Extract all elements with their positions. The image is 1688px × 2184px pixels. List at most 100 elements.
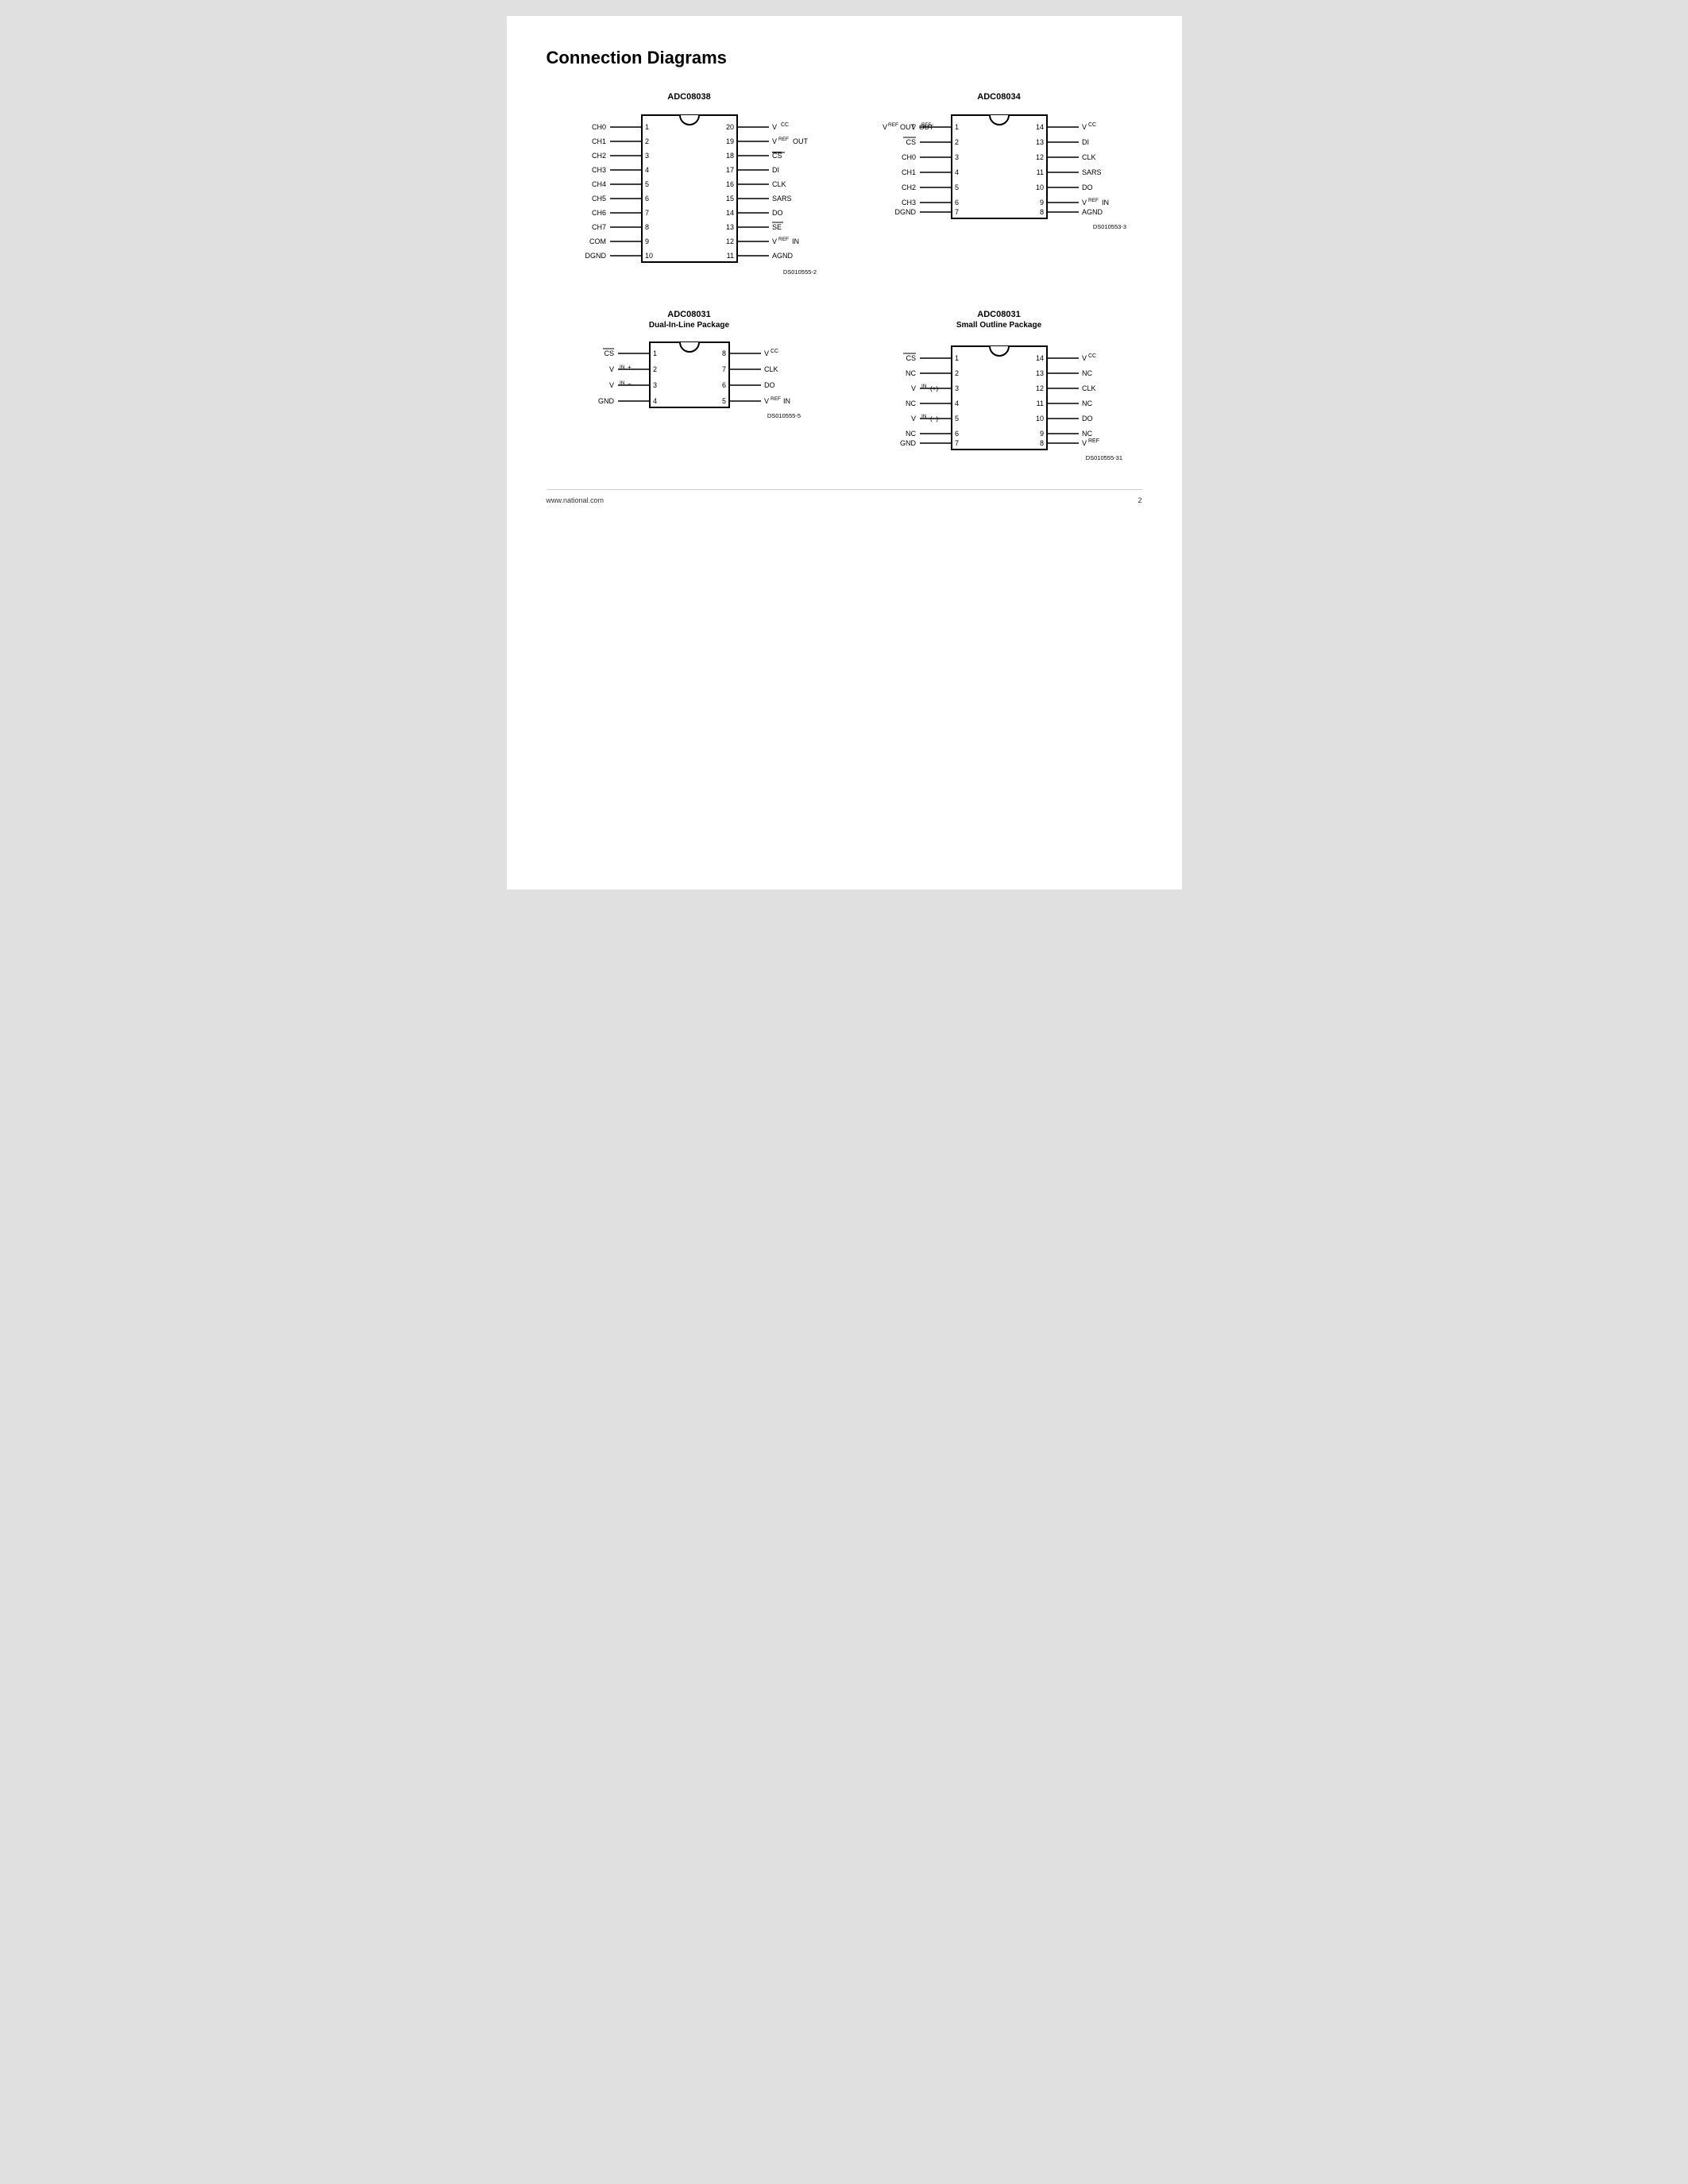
svg-text:CS: CS: [604, 349, 614, 357]
svg-text:SARS: SARS: [1082, 168, 1102, 176]
svg-text:V: V: [608, 365, 613, 373]
svg-text:CH2: CH2: [901, 183, 915, 191]
svg-text:CH1: CH1: [591, 137, 605, 145]
svg-text:CLK: CLK: [764, 365, 778, 373]
svg-text:7: 7: [955, 208, 959, 216]
svg-text:SARS: SARS: [772, 195, 792, 203]
svg-text:CH7: CH7: [591, 223, 605, 231]
diagram-adc08031-so: ADC08031 Small Outline Package CS 1 NC 2: [856, 310, 1142, 465]
svg-text:5: 5: [645, 180, 649, 188]
svg-text:5: 5: [955, 183, 959, 191]
svg-text:14: 14: [1035, 123, 1043, 131]
svg-text:CH2: CH2: [591, 152, 605, 160]
svg-text:11: 11: [1036, 168, 1043, 176]
svg-text:CC: CC: [1088, 353, 1096, 359]
svg-text:13: 13: [725, 223, 733, 231]
adc08031-dil-svg: CS 1 V IN + 2 V IN − 3 GND 4: [578, 334, 801, 422]
svg-text:15: 15: [725, 195, 733, 203]
svg-text:V: V: [1082, 354, 1087, 362]
svg-text:3: 3: [955, 384, 959, 392]
svg-text:−: −: [628, 380, 632, 388]
svg-text:CC: CC: [771, 349, 778, 354]
svg-text:3: 3: [645, 152, 649, 160]
svg-text:12: 12: [725, 237, 733, 245]
svg-text:IN: IN: [792, 237, 799, 245]
svg-text:5: 5: [955, 415, 959, 423]
footer-url: www.national.com: [547, 496, 605, 504]
svg-text:DO: DO: [772, 209, 783, 217]
svg-text:DI: DI: [772, 166, 779, 174]
svg-text:1: 1: [653, 349, 657, 357]
svg-text:CH1: CH1: [901, 168, 915, 176]
svg-text:6: 6: [721, 381, 725, 389]
svg-text:11: 11: [1036, 399, 1043, 407]
diagram-adc08038-title: ADC08038: [667, 92, 710, 102]
svg-text:4: 4: [653, 397, 657, 405]
svg-text:3: 3: [955, 153, 959, 161]
diagram-adc08031-so-subtitle: Small Outline Package: [956, 321, 1041, 330]
svg-text:2: 2: [653, 365, 657, 373]
svg-text:CS: CS: [906, 138, 916, 146]
svg-text:V: V: [1082, 123, 1087, 131]
svg-text:V: V: [1082, 439, 1087, 447]
svg-text:6: 6: [955, 199, 959, 206]
svg-text:NC: NC: [906, 430, 916, 438]
svg-text:CC: CC: [1088, 122, 1096, 128]
svg-text:4: 4: [645, 166, 649, 174]
svg-text:3: 3: [653, 381, 657, 389]
svg-text:NC: NC: [1082, 369, 1092, 377]
svg-text:SE: SE: [772, 223, 782, 231]
svg-text:CLK: CLK: [1082, 384, 1096, 392]
diagrams-area: ADC08038 CH0 1 CH1 2 CH2 3: [547, 92, 1142, 465]
svg-text:OUT: OUT: [900, 123, 916, 131]
svg-text:6: 6: [955, 430, 959, 438]
svg-text:V: V: [772, 123, 777, 131]
svg-text:6: 6: [645, 195, 649, 203]
svg-text:9: 9: [1039, 199, 1043, 206]
svg-text:CC: CC: [781, 122, 789, 128]
svg-text:DS010553-3: DS010553-3: [1092, 223, 1126, 230]
svg-text:NC: NC: [906, 399, 916, 407]
svg-text:10: 10: [1035, 415, 1043, 423]
svg-text:DGND: DGND: [585, 252, 606, 260]
svg-text:2: 2: [955, 369, 959, 377]
adc08038-svg: CH0 1 CH1 2 CH2 3 CH3 4 CH4 5: [562, 103, 817, 278]
svg-text:V: V: [1082, 199, 1087, 206]
svg-text:REF: REF: [778, 137, 789, 142]
svg-text:20: 20: [725, 123, 733, 131]
svg-text:V: V: [910, 384, 915, 392]
svg-text:(−): (−): [930, 415, 938, 423]
svg-text:IN: IN: [921, 414, 927, 419]
svg-text:16: 16: [725, 180, 733, 188]
svg-text:V: V: [608, 381, 613, 389]
diagram-adc08034-title: ADC08034: [977, 92, 1020, 102]
svg-text:11: 11: [726, 252, 733, 260]
svg-text:V: V: [910, 415, 915, 423]
svg-text:V: V: [764, 349, 769, 357]
svg-text:V: V: [764, 397, 769, 405]
svg-text:1: 1: [645, 123, 649, 131]
svg-text:REF: REF: [1088, 438, 1099, 444]
svg-text:IN: IN: [620, 365, 625, 370]
svg-text:NC: NC: [906, 369, 916, 377]
svg-text:18: 18: [725, 152, 733, 160]
svg-text:REF: REF: [888, 122, 898, 128]
svg-text:REF: REF: [1088, 198, 1099, 203]
svg-text:CH6: CH6: [591, 209, 605, 217]
svg-text:GND: GND: [900, 439, 917, 447]
svg-text:DS010555-2: DS010555-2: [782, 268, 816, 276]
svg-text:1: 1: [955, 123, 959, 131]
svg-text:10: 10: [1035, 183, 1043, 191]
svg-text:14: 14: [1035, 354, 1043, 362]
svg-text:CH0: CH0: [901, 153, 915, 161]
page: Connection Diagrams ADC08038 CH0 1 CH1 2: [507, 16, 1182, 889]
svg-text:(+): (+): [930, 385, 938, 392]
svg-text:5: 5: [721, 397, 725, 405]
svg-text:REF: REF: [771, 396, 781, 402]
svg-text:7: 7: [721, 365, 725, 373]
svg-text:OUT: OUT: [793, 137, 809, 145]
svg-text:NC: NC: [1082, 430, 1092, 438]
svg-text:CS: CS: [906, 354, 916, 362]
diagram-adc08034: ADC08034 V REF OUT VREF OUT 1 CS 2: [856, 92, 1142, 278]
svg-text:19: 19: [725, 137, 733, 145]
